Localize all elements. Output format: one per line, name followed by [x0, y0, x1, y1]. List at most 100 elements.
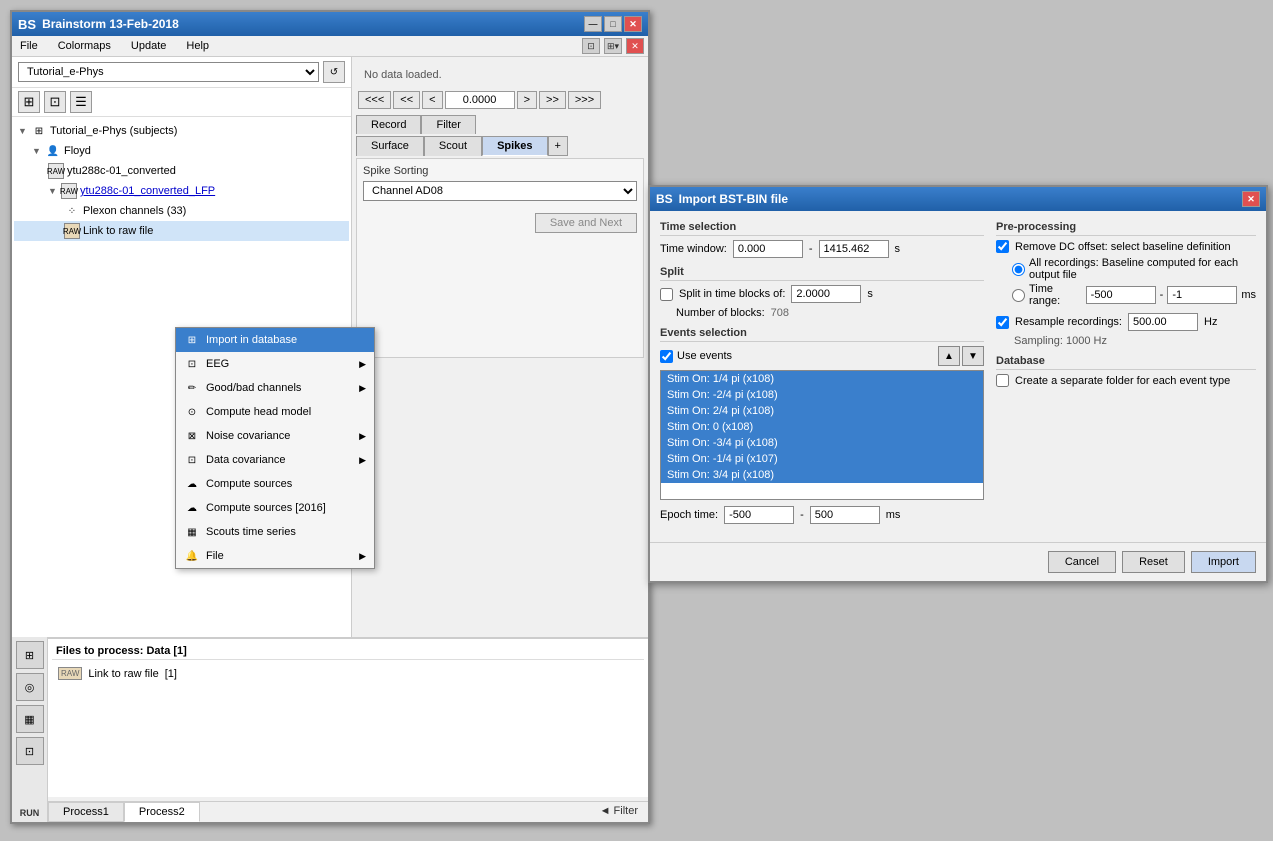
no-data-label: No data loaded.: [356, 61, 644, 89]
minimize-button[interactable]: —: [584, 16, 602, 32]
menu-file[interactable]: File: [16, 38, 42, 54]
use-events-checkbox[interactable]: [660, 350, 673, 363]
tree-floyd[interactable]: ▼ 👤 Floyd: [14, 141, 349, 161]
panel-close-btn[interactable]: ✕: [626, 38, 644, 54]
tab-scout[interactable]: Scout: [424, 136, 482, 156]
resample-checkbox[interactable]: [996, 316, 1009, 329]
folder-checkbox[interactable]: [996, 374, 1009, 387]
event-item-5[interactable]: Stim On: -1/4 pi (x107): [661, 451, 983, 467]
bottom-panel: Files to process: Data [1] RAW Link to r…: [48, 637, 648, 797]
time-window-label: Time window:: [660, 243, 727, 255]
events-down-btn[interactable]: ▼: [962, 346, 984, 366]
nav-next1[interactable]: >: [517, 91, 537, 109]
time-range-end-input[interactable]: [1167, 286, 1237, 304]
layout-btn1[interactable]: ⊡: [582, 38, 600, 54]
database-section: Database Create a separate folder for ea…: [996, 355, 1256, 387]
remove-dc-checkbox[interactable]: [996, 240, 1009, 253]
tab-surface[interactable]: Surface: [356, 136, 424, 156]
dialog-close-btn[interactable]: ✕: [1242, 191, 1260, 207]
reset-button[interactable]: Reset: [1122, 551, 1185, 573]
nav-prev3[interactable]: <<<: [358, 91, 391, 109]
import-button[interactable]: Import: [1191, 551, 1256, 573]
ctx-file[interactable]: 🔔 File ▶: [176, 544, 374, 568]
tree-plexon[interactable]: ⁘ Plexon channels (33): [14, 201, 349, 221]
menu-colormaps[interactable]: Colormaps: [54, 38, 115, 54]
dialog-footer: Cancel Reset Import: [650, 542, 1266, 581]
project-dropdown[interactable]: Tutorial_e-Phys: [18, 62, 319, 82]
tree-ytu2[interactable]: ▼ RAW ytu288c-01_converted_LFP: [14, 181, 349, 201]
events-up-btn[interactable]: ▲: [938, 346, 960, 366]
close-button[interactable]: ✕: [624, 16, 642, 32]
nav-next2[interactable]: >>: [539, 91, 566, 109]
layout-btn2[interactable]: ⊞▾: [604, 38, 622, 54]
save-next-btn[interactable]: Save and Next: [535, 213, 637, 233]
radio-time-input[interactable]: [1012, 289, 1025, 302]
dialog-logo: BS: [656, 192, 673, 206]
ctx-headmodel[interactable]: ⊙ Compute head model: [176, 400, 374, 424]
sidebar-btn3[interactable]: ▦: [16, 705, 44, 733]
split-checkbox[interactable]: [660, 288, 673, 301]
ctx-data-cov[interactable]: ⊡ Data covariance ▶: [176, 448, 374, 472]
event-item-2[interactable]: Stim On: 2/4 pi (x108): [661, 403, 983, 419]
ctx-noise-cov[interactable]: ⊠ Noise covariance ▶: [176, 424, 374, 448]
event-item-1[interactable]: Stim On: -2/4 pi (x108): [661, 387, 983, 403]
time-range-start-input[interactable]: [1086, 286, 1156, 304]
reload-icon[interactable]: ↺: [323, 61, 345, 83]
tab-record[interactable]: Record: [356, 115, 421, 134]
tree-linkraw[interactable]: RAW Link to raw file: [14, 221, 349, 241]
event-item-3[interactable]: Stim On: 0 (x108): [661, 419, 983, 435]
ctx-eeg[interactable]: ⊡ EEG ▶: [176, 352, 374, 376]
nav-prev1[interactable]: <: [422, 91, 442, 109]
preprocessing-header: Pre-processing: [996, 221, 1256, 236]
event-item-0[interactable]: Stim On: 1/4 pi (x108): [661, 371, 983, 387]
ctx-compute-src[interactable]: ☁ Compute sources: [176, 472, 374, 496]
ctx-scouts-ts[interactable]: ▦ Scouts time series: [176, 520, 374, 544]
tab-process2[interactable]: Process2: [124, 802, 200, 822]
channel-dropdown[interactable]: Channel AD08: [363, 181, 637, 201]
file-arrow-icon: ▶: [359, 551, 366, 562]
epoch-end-input[interactable]: [810, 506, 880, 524]
sidebar-btn1[interactable]: ⊞: [16, 641, 44, 669]
nav-prev2[interactable]: <<: [393, 91, 420, 109]
epoch-start-input[interactable]: [724, 506, 794, 524]
ctx-import-db[interactable]: ⊞ Import in database: [176, 328, 374, 352]
time-selection-header: Time selection: [660, 221, 984, 236]
dialog-title-bar: BS Import BST-BIN file ✕: [650, 187, 1266, 211]
tree-icon-btn1[interactable]: ⊞: [18, 91, 40, 113]
left-sidebar: ⊞ ◎ ▦ ⊡ RUN: [12, 637, 48, 822]
radio-all-input[interactable]: [1012, 263, 1025, 276]
tab-process1[interactable]: Process1: [48, 802, 124, 822]
nav-next3[interactable]: >>>: [568, 91, 601, 109]
time-input[interactable]: [445, 91, 515, 109]
tree-ytu1[interactable]: RAW ytu288c-01_converted: [14, 161, 349, 181]
ctx-goodbad[interactable]: ✏ Good/bad channels ▶: [176, 376, 374, 400]
process-file-count: [1]: [165, 668, 177, 680]
menu-help[interactable]: Help: [182, 38, 213, 54]
sidebar-btn4[interactable]: ⊡: [16, 737, 44, 765]
ytu2-label[interactable]: ytu288c-01_converted_LFP: [80, 185, 215, 197]
resample-unit: Hz: [1204, 316, 1217, 328]
epoch-sep: -: [800, 509, 804, 521]
maximize-button[interactable]: □: [604, 16, 622, 32]
resample-hz-input[interactable]: [1128, 313, 1198, 331]
ctx-compute-src2016[interactable]: ☁ Compute sources [2016]: [176, 496, 374, 520]
filter-label[interactable]: ◄ Filter: [590, 802, 648, 822]
tree-root[interactable]: ▼ ⊞ Tutorial_e-Phys (subjects): [14, 121, 349, 141]
block-size-input[interactable]: [791, 285, 861, 303]
tree-icon-btn2[interactable]: ⊡: [44, 91, 66, 113]
time-end-input[interactable]: [819, 240, 889, 258]
tab-spikes[interactable]: Spikes: [482, 136, 547, 156]
menu-update[interactable]: Update: [127, 38, 170, 54]
time-start-input[interactable]: [733, 240, 803, 258]
events-header: Events selection: [660, 327, 984, 342]
event-item-4[interactable]: Stim On: -3/4 pi (x108): [661, 435, 983, 451]
use-events-label: Use events: [677, 350, 732, 362]
cancel-button[interactable]: Cancel: [1048, 551, 1116, 573]
dialog-left-col: Time selection Time window: - s Split Sp…: [660, 221, 984, 532]
events-list[interactable]: Stim On: 1/4 pi (x108) Stim On: -2/4 pi …: [660, 370, 984, 500]
tab-filter[interactable]: Filter: [421, 115, 475, 134]
sidebar-btn2[interactable]: ◎: [16, 673, 44, 701]
tab-add-btn[interactable]: +: [548, 136, 568, 156]
tree-icon-btn3[interactable]: ☰: [70, 91, 92, 113]
event-item-6[interactable]: Stim On: 3/4 pi (x108): [661, 467, 983, 483]
